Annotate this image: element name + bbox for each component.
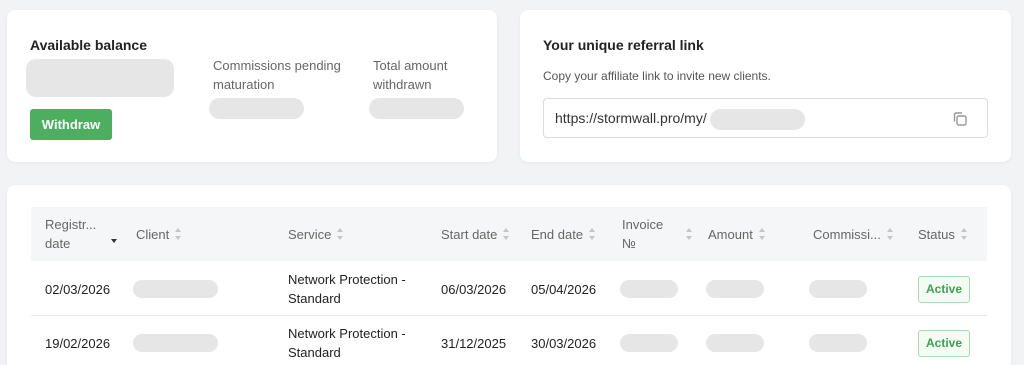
commissions-table-card: Registr... date Client Service Start dat… bbox=[7, 185, 1011, 365]
column-header-client[interactable]: Client bbox=[136, 207, 182, 261]
client-cell bbox=[133, 262, 218, 316]
pending-commissions-redacted bbox=[209, 98, 304, 119]
column-header-registration-date[interactable]: Registr... date bbox=[45, 207, 125, 261]
column-header-status[interactable]: Status bbox=[918, 207, 968, 261]
referral-card: Your unique referral link Copy your affi… bbox=[520, 10, 1011, 162]
balance-amount-redacted bbox=[26, 59, 174, 97]
registration-date-cell: 19/02/2026 bbox=[45, 335, 111, 351]
table-row[interactable]: 02/03/2026 Network Protection - Standard… bbox=[31, 262, 987, 316]
invoice-cell bbox=[620, 262, 678, 316]
referral-code-redacted bbox=[710, 109, 805, 130]
sort-icon bbox=[758, 228, 766, 240]
invoice-redacted bbox=[620, 280, 678, 298]
column-label: Invoice № bbox=[622, 217, 664, 251]
referral-description: Copy your affiliate link to invite new c… bbox=[543, 69, 771, 83]
referral-url: https://stormwall.pro/my/ bbox=[555, 110, 707, 126]
end-date-cell: 30/03/2026 bbox=[531, 335, 597, 351]
client-redacted bbox=[133, 280, 218, 298]
invoice-redacted bbox=[620, 334, 678, 352]
invoice-cell bbox=[620, 316, 678, 365]
end-date-cell: 05/04/2026 bbox=[531, 281, 597, 297]
amount-cell bbox=[706, 262, 764, 316]
sort-icon bbox=[503, 228, 510, 240]
column-header-start-date[interactable]: Start date bbox=[441, 207, 510, 261]
column-label: Start date bbox=[441, 226, 498, 242]
service-cell: Network Protection - Standard bbox=[288, 326, 406, 360]
referral-title: Your unique referral link bbox=[543, 37, 704, 53]
sort-icon bbox=[960, 228, 968, 240]
status-badge: Active bbox=[918, 275, 971, 303]
status-badge: Active bbox=[918, 329, 971, 357]
column-header-commission[interactable]: Commissi... bbox=[813, 207, 894, 261]
registration-date-cell: 02/03/2026 bbox=[45, 281, 111, 297]
balance-card: Available balance Withdraw Commissions p… bbox=[7, 10, 497, 162]
total-withdrawn-redacted bbox=[369, 98, 464, 119]
commission-redacted bbox=[809, 334, 867, 352]
withdraw-button[interactable]: Withdraw bbox=[30, 109, 112, 140]
column-label: Amount bbox=[708, 226, 753, 242]
table-header: Registr... date Client Service Start dat… bbox=[31, 207, 987, 261]
column-label: End date bbox=[531, 226, 584, 242]
sort-icon bbox=[175, 228, 182, 240]
sort-desc-icon bbox=[111, 231, 118, 243]
status-cell: Active bbox=[918, 262, 971, 316]
commission-cell bbox=[809, 316, 867, 365]
copy-icon[interactable] bbox=[951, 110, 969, 128]
client-cell bbox=[133, 316, 218, 365]
total-withdrawn-label: Total amount withdrawn bbox=[373, 58, 448, 92]
column-header-amount[interactable]: Amount bbox=[708, 207, 766, 261]
column-header-invoice[interactable]: Invoice № bbox=[622, 207, 702, 261]
column-label: Commissi... bbox=[813, 226, 881, 242]
column-header-end-date[interactable]: End date bbox=[531, 207, 596, 261]
sort-icon bbox=[886, 228, 894, 240]
amount-redacted bbox=[706, 280, 764, 298]
column-header-service[interactable]: Service bbox=[288, 207, 344, 261]
sort-icon bbox=[686, 228, 693, 240]
service-cell: Network Protection - Standard bbox=[288, 272, 406, 306]
available-balance-title: Available balance bbox=[30, 37, 147, 53]
column-label: Client bbox=[136, 226, 170, 242]
start-date-cell: 06/03/2026 bbox=[441, 281, 507, 297]
referral-link-field[interactable]: https://stormwall.pro/my/ bbox=[543, 98, 988, 138]
sort-icon bbox=[337, 228, 344, 240]
column-label: Registr... date bbox=[45, 217, 97, 251]
table-row[interactable]: 19/02/2026 Network Protection - Standard… bbox=[31, 316, 987, 365]
amount-cell bbox=[706, 316, 764, 365]
sort-icon bbox=[589, 228, 596, 240]
column-label: Service bbox=[288, 226, 332, 242]
column-label: Status bbox=[918, 226, 955, 242]
pending-commissions-label: Commissions pending maturation bbox=[213, 58, 341, 92]
status-cell: Active bbox=[918, 316, 971, 365]
start-date-cell: 31/12/2025 bbox=[441, 335, 507, 351]
amount-redacted bbox=[706, 334, 764, 352]
commission-cell bbox=[809, 262, 867, 316]
client-redacted bbox=[133, 334, 218, 352]
commission-redacted bbox=[809, 280, 867, 298]
